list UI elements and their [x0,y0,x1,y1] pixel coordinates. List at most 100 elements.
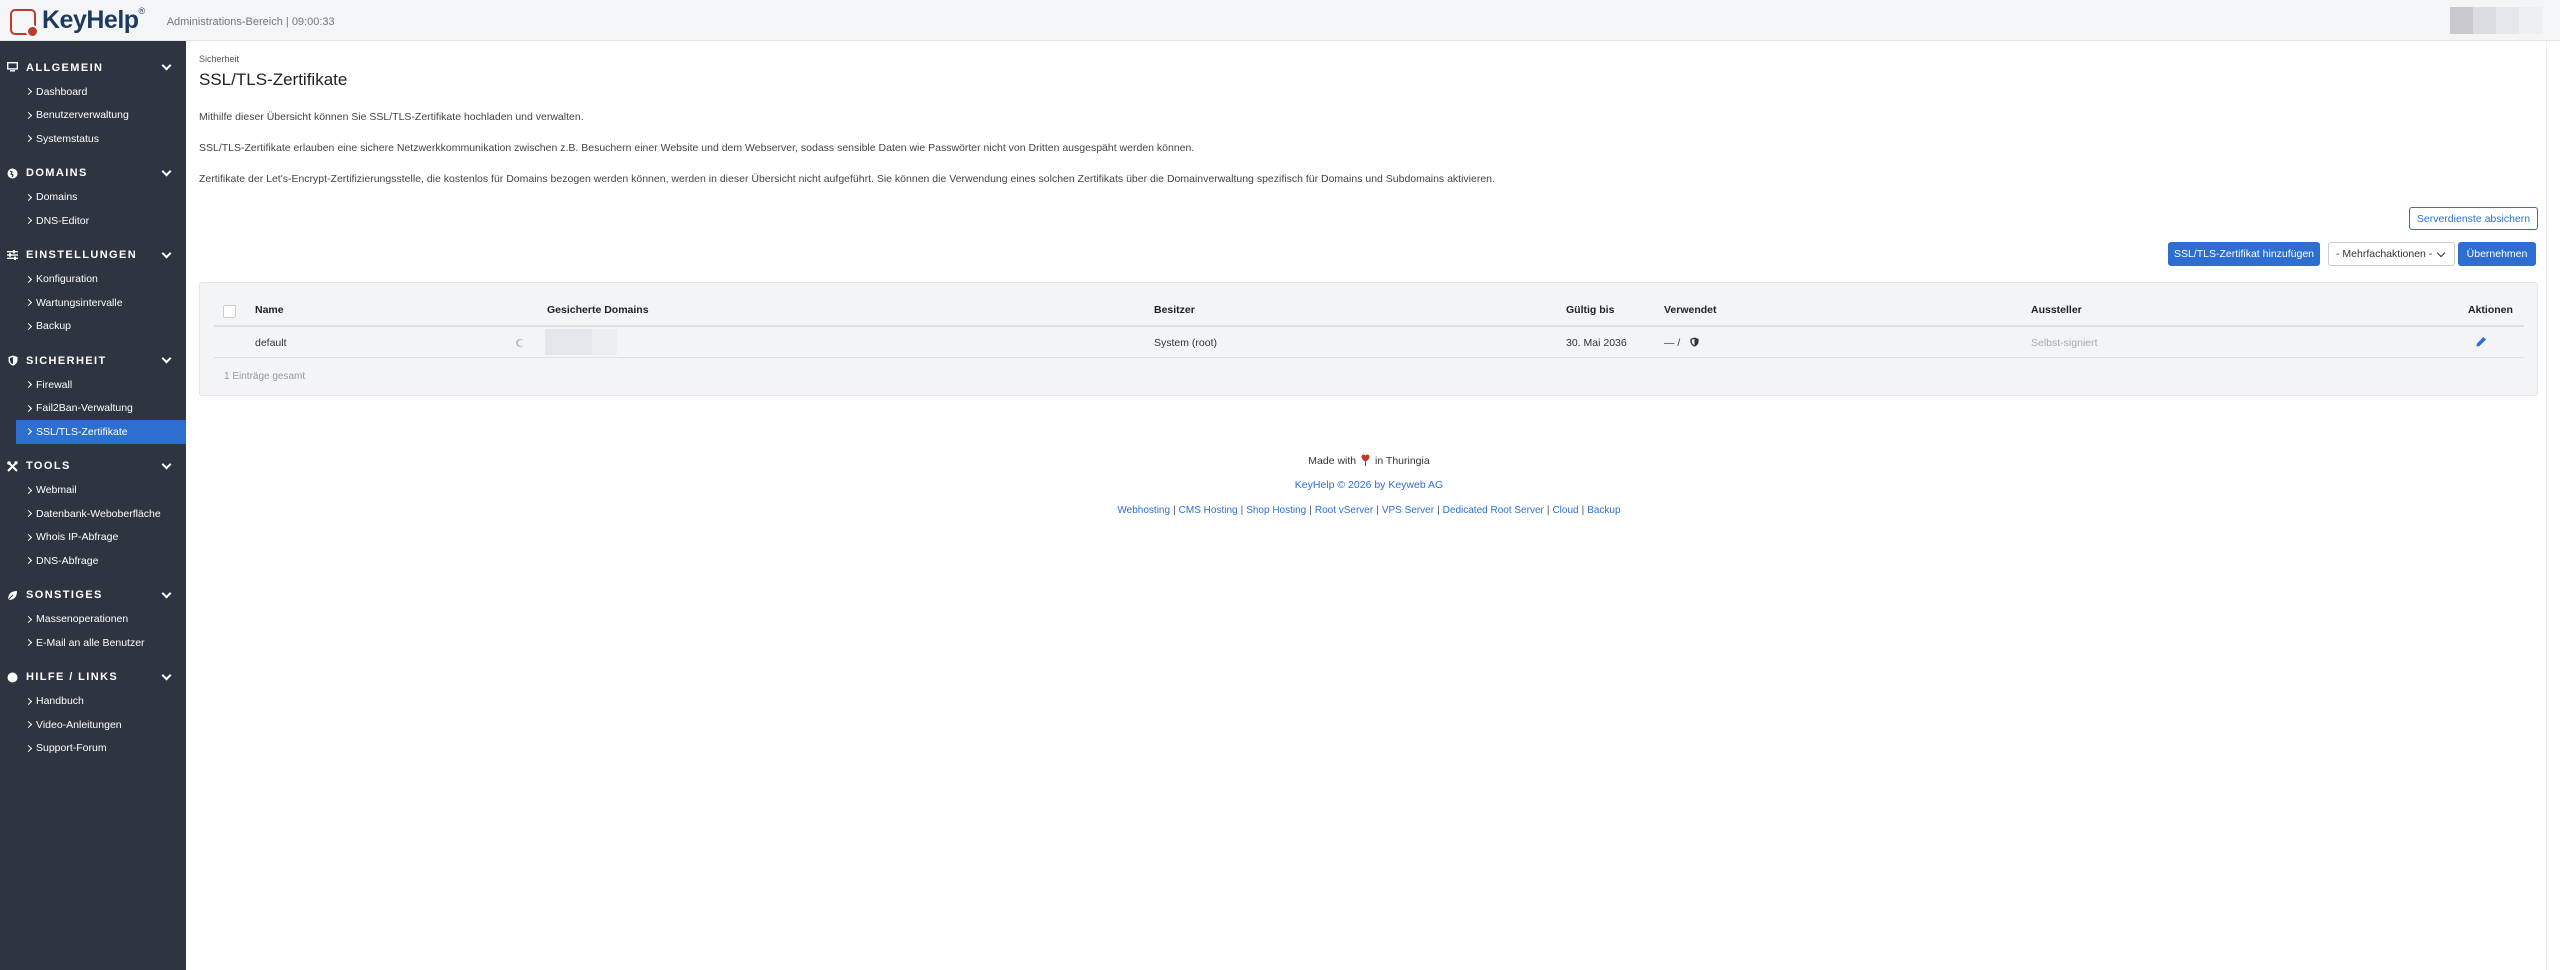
made-with-suffix: in Thuringia [1375,455,1430,467]
made-with-line: Made with in Thuringia [199,454,2539,469]
shield-icon [7,355,18,366]
breadcrumb[interactable]: Sicherheit [199,54,2539,64]
sidebar-item-dashboard[interactable]: Dashboard [0,80,186,104]
top-bar: KeyHelp® Administrations-Bereich | 09:00… [0,0,2560,41]
main-content: Sicherheit SSL/TLS-Zertifikate Mithilfe … [199,54,2539,516]
sidebar: ALLGEMEIN Dashboard Benutzerverwaltung S… [0,41,186,970]
sidebar-item-dns-abfrage[interactable]: DNS-Abfrage [0,549,186,573]
sidebar-section-label: EINSTELLUNGEN [26,249,138,261]
chevron-down-icon [161,166,172,176]
sidebar-item-dns-editor[interactable]: DNS-Editor [0,209,186,233]
footer-link-root-vserver[interactable]: Root vServer [1315,505,1373,516]
footer-link-backup[interactable]: Backup [1587,505,1620,516]
chevron-down-icon [161,588,172,598]
sidebar-section-tools[interactable]: TOOLS [0,454,186,479]
sidebar-item-domains[interactable]: Domains [0,186,186,210]
add-certificate-button[interactable]: SSL/TLS-Zertifikat hinzufügen [2168,242,2320,266]
intro-paragraph-2: SSL/TLS-Zertifikate erlauben eine sicher… [199,142,1195,154]
column-header-valid-until[interactable]: Gültig bis [1566,304,1614,316]
sidebar-section-sonstiges[interactable]: SONSTIGES [0,583,186,608]
edit-pencil-icon[interactable] [2476,336,2487,350]
bulk-actions-select[interactable]: - Mehrfachaktionen - [2328,242,2455,266]
footer-link-vps[interactable]: VPS Server [1382,505,1434,516]
logo-reg: ® [138,5,146,16]
footer-link-cloud[interactable]: Cloud [1552,505,1578,516]
sidebar-item-wartungsintervalle[interactable]: Wartungsintervalle [0,291,186,315]
sidebar-section-label: SONSTIGES [26,589,103,601]
column-header-owner[interactable]: Besitzer [1154,304,1195,316]
sidebar-section-label: ALLGEMEIN [26,61,104,74]
apply-button[interactable]: Übernehmen [2458,242,2536,266]
copyright-link[interactable]: KeyHelp © 2026 by Keyweb AG [1295,479,1443,491]
column-header-issuer[interactable]: Aussteller [2031,304,2082,316]
sidebar-section-einstellungen[interactable]: EINSTELLUNGEN [0,243,186,268]
select-all-checkbox[interactable] [223,305,236,318]
sidebar-section-label: HILFE / LINKS [26,671,119,683]
sidebar-item-whois[interactable]: Whois IP-Abfrage [0,526,186,550]
footer-link-cms[interactable]: CMS Hosting [1179,505,1238,516]
sidebar-item-backup[interactable]: Backup [0,315,186,339]
topbar-subtitle: Administrations-Bereich | 09:00:33 [166,15,335,28]
column-header-used: Verwendet [1664,304,1717,316]
logo-text: KeyHelp [42,5,139,34]
sidebar-section-allgemein[interactable]: ALLGEMEIN [0,55,186,80]
intro-paragraph-3: Zertifikate der Let's-Encrypt-Zertifizie… [199,173,1495,185]
chevron-down-icon [161,459,172,469]
footer-link-shop[interactable]: Shop Hosting [1246,505,1306,516]
cell-used: — / [1664,337,1681,349]
copyright-line: KeyHelp © 2026 by Keyweb AG [199,479,2539,491]
sidebar-section-sicherheit[interactable]: SICHERHEIT [0,348,186,373]
sidebar-item-konfiguration[interactable]: Konfiguration [0,268,186,292]
sidebar-item-systemstatus[interactable]: Systemstatus [0,127,186,151]
sidebar-item-email-alle[interactable]: E-Mail an alle Benutzer [0,631,186,655]
page-scrollbar[interactable] [2546,41,2560,970]
sliders-icon [7,249,18,261]
leaf-icon [7,590,18,601]
sidebar-item-ssl-tls[interactable]: SSL/TLS-Zertifikate [16,420,186,444]
cell-owner: System (root) [1154,337,1218,349]
table-header-divider [214,325,2524,327]
chevron-down-icon [161,670,172,680]
logo-mark-icon [10,9,39,38]
table-total-count: 1 Einträge gesamt [224,371,306,382]
chevron-down-icon [161,248,172,258]
sidebar-section-label: TOOLS [26,460,71,472]
chevron-down-icon [2436,248,2446,258]
toggle-domains-icon[interactable] [515,338,524,348]
cell-domains [545,329,593,355]
footer-link-webhosting[interactable]: Webhosting [1117,505,1170,516]
sidebar-section-label: DOMAINS [26,167,88,179]
tools-icon [7,460,18,472]
column-header-actions: Aktionen [2468,304,2513,316]
sidebar-item-handbuch[interactable]: Handbuch [0,690,186,714]
cell-valid-until: 30. Mai 2036 [1566,337,1627,349]
footer-link-dedicated[interactable]: Dedicated Root Server [1443,505,1544,516]
sidebar-section-hilfe[interactable]: HILFE / LINKS [0,665,186,690]
sidebar-item-webmail[interactable]: Webmail [0,479,186,503]
sidebar-item-massenoperationen[interactable]: Massenoperationen [0,608,186,632]
bulk-actions-value: - Mehrfachaktionen - [2336,248,2433,260]
sidebar-section-domains[interactable]: DOMAINS [0,161,186,186]
table-row-divider [214,357,2524,358]
cell-name[interactable]: default [255,337,287,349]
user-avatar[interactable] [2450,7,2542,34]
sidebar-item-firewall[interactable]: Firewall [0,373,186,397]
column-header-name[interactable]: Name [255,304,284,316]
secure-services-button[interactable]: Serverdienste absichern [2409,207,2538,230]
sidebar-section-label: SICHERHEIT [26,354,107,367]
intro-paragraph-1: Mithilfe dieser Übersicht können Sie SSL… [199,111,584,123]
monitor-icon [6,61,19,73]
sidebar-item-fail2ban[interactable]: Fail2Ban-Verwaltung [0,397,186,421]
chevron-down-icon [161,353,172,364]
certificates-table: Name Gesicherte Domains Besitzer Gültig … [199,282,2538,396]
sidebar-item-video[interactable]: Video-Anleitungen [0,713,186,737]
footer-links: Webhosting | CMS Hosting | Shop Hosting | Root… [1117,505,1621,516]
shield-icon [1690,337,1699,350]
sidebar-item-forum[interactable]: Support-Forum [0,737,186,761]
sidebar-item-benutzerverwaltung[interactable]: Benutzerverwaltung [0,104,186,128]
domains-blur [592,329,617,355]
keyhelp-logo[interactable]: KeyHelp® [10,0,145,41]
made-with-prefix: Made with [1308,455,1357,467]
cell-issuer: Selbst-signiert [2031,337,2098,349]
sidebar-item-datenbank[interactable]: Datenbank-Weboberfläche [0,502,186,526]
